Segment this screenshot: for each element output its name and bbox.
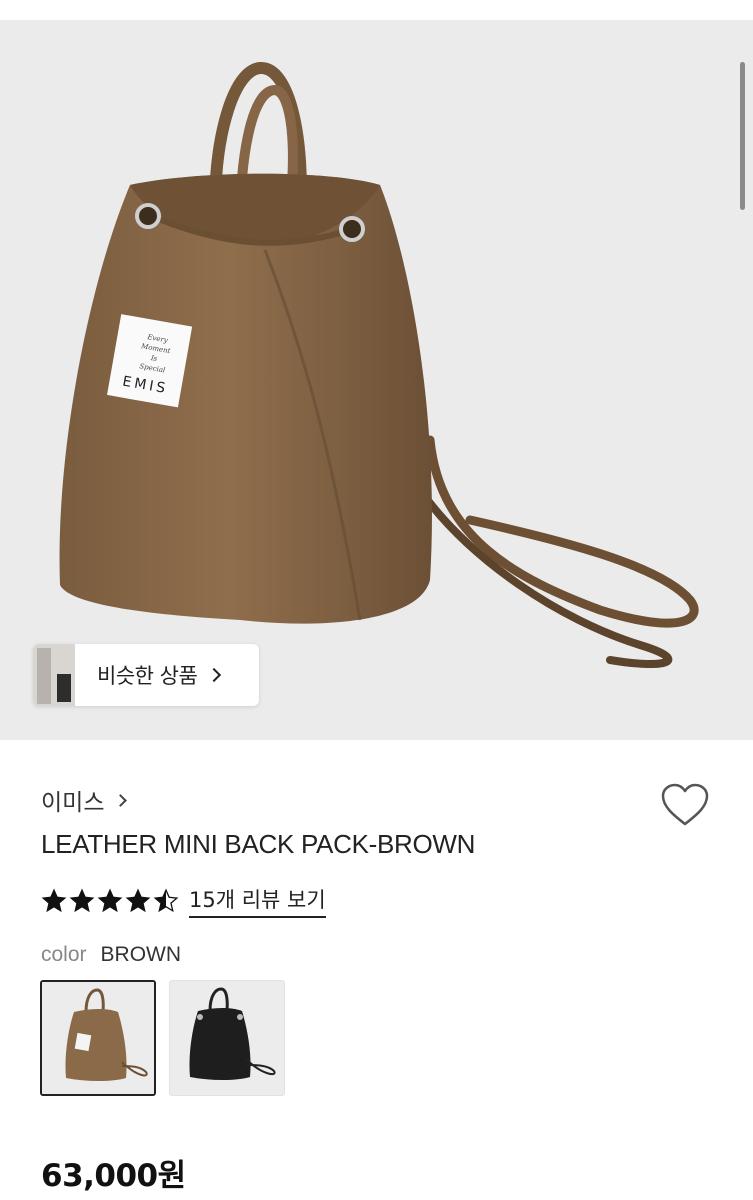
selected-color-value: BROWN: [100, 943, 182, 966]
color-swatch-black[interactable]: [169, 980, 285, 1096]
review-link[interactable]: 15개 리뷰 보기: [189, 884, 326, 918]
product-title: LEATHER MINI BACK PACK-BROWN: [41, 829, 476, 859]
swatch-thumbnail-brown: [42, 982, 154, 1094]
wishlist-button[interactable]: [660, 782, 710, 828]
similar-product-thumbnail: [33, 644, 75, 706]
star-icon: [69, 888, 95, 913]
rating-row: 15개 리뷰 보기: [41, 884, 326, 918]
brand-name: 이미스: [41, 790, 105, 816]
star-rating: [41, 888, 179, 914]
chevron-right-icon: [114, 793, 128, 807]
star-icon: [153, 888, 179, 913]
similar-products-label: 비슷한 상품: [97, 664, 198, 688]
color-swatch-brown[interactable]: [40, 980, 156, 1096]
color-label: color: [41, 943, 87, 966]
swatch-thumbnail-black: [170, 981, 284, 1095]
star-icon: [97, 888, 123, 913]
star-icon: [41, 888, 67, 913]
image-scrollbar[interactable]: [740, 62, 745, 210]
star-icon: [125, 888, 151, 913]
similar-products-button[interactable]: 비슷한 상품: [33, 644, 259, 706]
heart-outline-icon: [661, 783, 709, 826]
product-price: 63,000원: [41, 1158, 186, 1194]
chevron-right-icon: [207, 667, 222, 683]
brand-link[interactable]: 이미스: [41, 783, 128, 817]
color-option-row: color BROWN: [41, 943, 181, 967]
product-image-gallery[interactable]: Every Moment Is Special EMIS 비슷한 상품: [0, 20, 753, 740]
product-photo: Every Moment Is Special EMIS: [59, 62, 699, 668]
